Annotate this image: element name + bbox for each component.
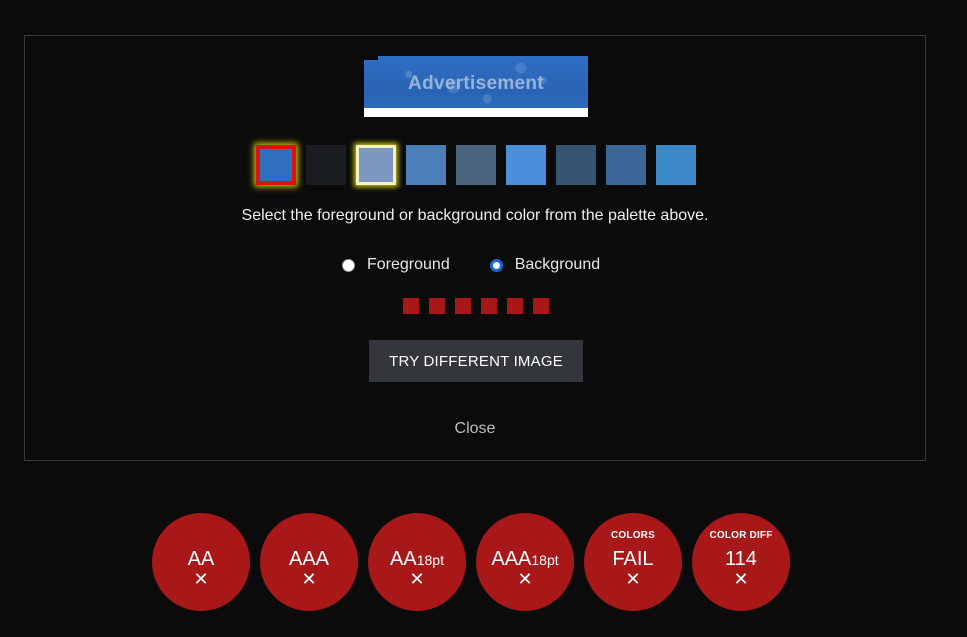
status-indicator: [429, 298, 445, 314]
foreground-radio[interactable]: Foreground: [342, 256, 450, 274]
palette-swatch[interactable]: [656, 145, 696, 185]
result-badge-color-diff: COLOR DIFF 114 ✕: [692, 513, 790, 611]
background-radio-label: Background: [514, 256, 601, 273]
result-badge-aa: AA ✕: [152, 513, 250, 611]
fail-icon: ✕: [301, 569, 317, 589]
try-different-image-button[interactable]: TRY DIFFERENT IMAGE: [369, 340, 583, 382]
result-label: AA: [187, 548, 215, 570]
status-indicator: [507, 298, 523, 314]
fail-icon: ✕: [409, 569, 425, 589]
advertisement-label: Advertisement: [408, 73, 544, 94]
status-indicator: [533, 298, 549, 314]
fail-icon: ✕: [733, 569, 749, 589]
background-radio-circle[interactable]: [489, 258, 503, 272]
contrast-results: AA ✕ AAA ✕ AA18pt ✕ AAA18pt ✕ COLORS FAI…: [152, 513, 790, 611]
result-caption: COLORS: [611, 530, 655, 541]
foreground-radio-circle[interactable]: [342, 258, 355, 272]
color-target-radio-group: Foreground Background: [342, 256, 600, 274]
result-badge-aa-18pt: AA18pt ✕: [368, 513, 466, 611]
status-indicators: [403, 298, 549, 314]
close-link[interactable]: Close: [25, 420, 925, 438]
advertisement-banner[interactable]: Advertisement: [364, 56, 588, 117]
fail-icon: ✕: [517, 569, 533, 589]
fail-icon: ✕: [193, 569, 209, 589]
result-badge-colors: COLORS FAIL ✕: [584, 513, 682, 611]
palette-swatch[interactable]: [506, 145, 546, 185]
palette-swatch[interactable]: [406, 145, 446, 185]
result-badge-aaa-18pt: AAA18pt ✕: [476, 513, 574, 611]
palette-swatch[interactable]: [606, 145, 646, 185]
status-indicator: [403, 298, 419, 314]
result-label: AAA18pt: [491, 548, 559, 570]
result-caption: COLOR DIFF: [709, 530, 773, 541]
palette-swatch[interactable]: [556, 145, 596, 185]
background-radio[interactable]: Background: [489, 256, 601, 274]
result-label: AAA: [288, 548, 330, 570]
color-picker-panel: Advertisement Select the foreground or b…: [24, 35, 926, 461]
result-label: AA18pt: [390, 548, 444, 570]
palette-swatch[interactable]: [356, 145, 396, 185]
palette-instructions: Select the foreground or background colo…: [241, 207, 709, 224]
result-value: 114: [725, 548, 757, 570]
color-palette: [256, 145, 696, 185]
status-indicator: [455, 298, 471, 314]
palette-swatch[interactable]: [456, 145, 496, 185]
ad-bottom-bar: [364, 108, 588, 117]
fail-icon: ✕: [625, 569, 641, 589]
status-indicator: [481, 298, 497, 314]
palette-swatch[interactable]: [256, 145, 296, 185]
foreground-radio-label: Foreground: [367, 256, 450, 273]
palette-swatch[interactable]: [306, 145, 346, 185]
result-label: FAIL: [612, 548, 654, 570]
result-badge-aaa: AAA ✕: [260, 513, 358, 611]
